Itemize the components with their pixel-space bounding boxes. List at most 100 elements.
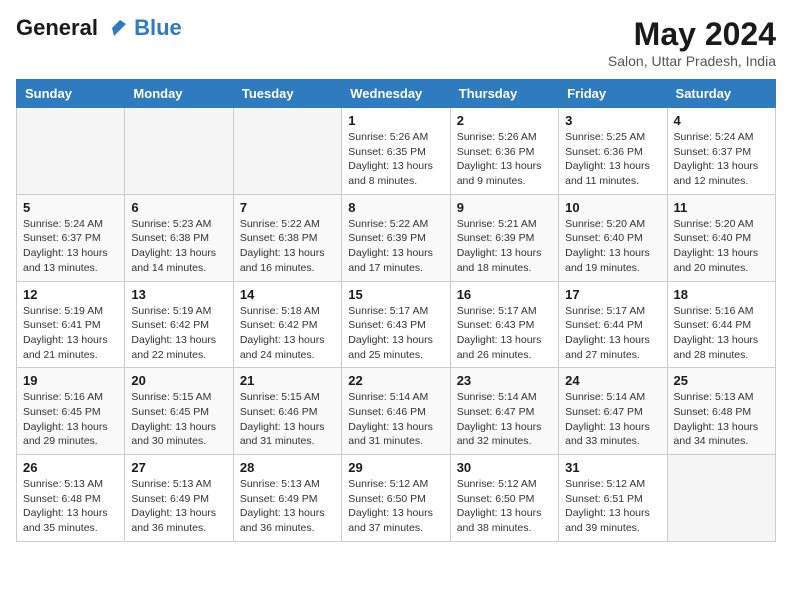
- day-info: Sunrise: 5:12 AM Sunset: 6:50 PM Dayligh…: [457, 477, 552, 536]
- calendar-cell: 15 Sunrise: 5:17 AM Sunset: 6:43 PM Dayli…: [342, 281, 450, 368]
- calendar-cell: 3 Sunrise: 5:25 AM Sunset: 6:36 PM Daylig…: [559, 108, 667, 195]
- calendar-cell: 30 Sunrise: 5:12 AM Sunset: 6:50 PM Dayli…: [450, 455, 558, 542]
- day-number: 10: [565, 200, 660, 215]
- day-header-sunday: Sunday: [17, 80, 125, 108]
- day-number: 17: [565, 287, 660, 302]
- calendar-cell: 8Sunrise: 5:22 AM Sunset: 6:39 PM Daylig…: [342, 194, 450, 281]
- day-info: Sunrise: 5:23 AM Sunset: 6:38 PM Dayligh…: [131, 217, 226, 276]
- calendar-cell: 2 Sunrise: 5:26 AM Sunset: 6:36 PM Daylig…: [450, 108, 558, 195]
- day-info: Sunrise: 5:19 AM Sunset: 6:42 PM Dayligh…: [131, 304, 226, 363]
- day-info: Sunrise: 5:14 AM Sunset: 6:47 PM Dayligh…: [565, 390, 660, 449]
- day-info: Sunrise: 5:20 AM Sunset: 6:40 PM Dayligh…: [565, 217, 660, 276]
- calendar-cell: [17, 108, 125, 195]
- day-number: 12: [23, 287, 118, 302]
- day-number: 13: [131, 287, 226, 302]
- day-number: 3: [565, 113, 660, 128]
- day-number: 16: [457, 287, 552, 302]
- day-number: 2: [457, 113, 552, 128]
- calendar-cell: 6 Sunrise: 5:23 AM Sunset: 6:38 PM Daylig…: [125, 194, 233, 281]
- day-number: 28: [240, 460, 335, 475]
- day-info: Sunrise: 5:20 AM Sunset: 6:40 PM Dayligh…: [674, 217, 769, 276]
- calendar-cell: [233, 108, 341, 195]
- day-info: Sunrise: 5:13 AM Sunset: 6:48 PM Dayligh…: [674, 390, 769, 449]
- calendar-cell: 19 Sunrise: 5:16 AM Sunset: 6:45 PM Dayli…: [17, 368, 125, 455]
- calendar-header-row: SundayMondayTuesdayWednesdayThursdayFrid…: [17, 80, 776, 108]
- calendar-cell: [125, 108, 233, 195]
- day-number: 24: [565, 373, 660, 388]
- day-info: Sunrise: 5:24 AM Sunset: 6:37 PM Dayligh…: [23, 217, 118, 276]
- calendar-cell: [667, 455, 775, 542]
- calendar-cell: 7Sunrise: 5:22 AM Sunset: 6:38 PM Daylig…: [233, 194, 341, 281]
- day-number: 23: [457, 373, 552, 388]
- day-number: 6: [131, 200, 226, 215]
- day-info: Sunrise: 5:22 AM Sunset: 6:38 PM Dayligh…: [240, 217, 335, 276]
- calendar-cell: 17Sunrise: 5:17 AM Sunset: 6:44 PM Dayli…: [559, 281, 667, 368]
- day-number: 15: [348, 287, 443, 302]
- calendar-cell: 11 Sunrise: 5:20 AM Sunset: 6:40 PM Dayli…: [667, 194, 775, 281]
- calendar-cell: 13 Sunrise: 5:19 AM Sunset: 6:42 PM Dayli…: [125, 281, 233, 368]
- day-info: Sunrise: 5:17 AM Sunset: 6:43 PM Dayligh…: [457, 304, 552, 363]
- calendar-cell: 10 Sunrise: 5:20 AM Sunset: 6:40 PM Dayli…: [559, 194, 667, 281]
- logo-bird-icon: [106, 18, 132, 40]
- calendar-cell: 23Sunrise: 5:14 AM Sunset: 6:47 PM Dayli…: [450, 368, 558, 455]
- day-number: 4: [674, 113, 769, 128]
- day-info: Sunrise: 5:19 AM Sunset: 6:41 PM Dayligh…: [23, 304, 118, 363]
- day-info: Sunrise: 5:14 AM Sunset: 6:46 PM Dayligh…: [348, 390, 443, 449]
- calendar-cell: 5 Sunrise: 5:24 AM Sunset: 6:37 PM Daylig…: [17, 194, 125, 281]
- day-info: Sunrise: 5:26 AM Sunset: 6:35 PM Dayligh…: [348, 130, 443, 189]
- calendar-cell: 14 Sunrise: 5:18 AM Sunset: 6:42 PM Dayli…: [233, 281, 341, 368]
- day-number: 27: [131, 460, 226, 475]
- day-info: Sunrise: 5:26 AM Sunset: 6:36 PM Dayligh…: [457, 130, 552, 189]
- calendar-cell: 28 Sunrise: 5:13 AM Sunset: 6:49 PM Dayli…: [233, 455, 341, 542]
- day-number: 26: [23, 460, 118, 475]
- calendar-cell: 18 Sunrise: 5:16 AM Sunset: 6:44 PM Dayli…: [667, 281, 775, 368]
- day-info: Sunrise: 5:25 AM Sunset: 6:36 PM Dayligh…: [565, 130, 660, 189]
- day-number: 22: [348, 373, 443, 388]
- day-header-monday: Monday: [125, 80, 233, 108]
- calendar-cell: 24 Sunrise: 5:14 AM Sunset: 6:47 PM Dayli…: [559, 368, 667, 455]
- day-info: Sunrise: 5:17 AM Sunset: 6:43 PM Dayligh…: [348, 304, 443, 363]
- day-number: 14: [240, 287, 335, 302]
- day-info: Sunrise: 5:16 AM Sunset: 6:44 PM Dayligh…: [674, 304, 769, 363]
- calendar-cell: 1Sunrise: 5:26 AM Sunset: 6:35 PM Daylig…: [342, 108, 450, 195]
- location: Salon, Uttar Pradesh, India: [608, 53, 776, 69]
- day-info: Sunrise: 5:21 AM Sunset: 6:39 PM Dayligh…: [457, 217, 552, 276]
- day-header-tuesday: Tuesday: [233, 80, 341, 108]
- day-info: Sunrise: 5:13 AM Sunset: 6:49 PM Dayligh…: [240, 477, 335, 536]
- calendar-week-4: 26 Sunrise: 5:13 AM Sunset: 6:48 PM Dayli…: [17, 455, 776, 542]
- calendar-week-0: 1Sunrise: 5:26 AM Sunset: 6:35 PM Daylig…: [17, 108, 776, 195]
- calendar-cell: 26 Sunrise: 5:13 AM Sunset: 6:48 PM Dayli…: [17, 455, 125, 542]
- day-number: 21: [240, 373, 335, 388]
- calendar-cell: 12 Sunrise: 5:19 AM Sunset: 6:41 PM Dayli…: [17, 281, 125, 368]
- day-number: 31: [565, 460, 660, 475]
- day-info: Sunrise: 5:12 AM Sunset: 6:51 PM Dayligh…: [565, 477, 660, 536]
- day-number: 20: [131, 373, 226, 388]
- day-header-saturday: Saturday: [667, 80, 775, 108]
- day-info: Sunrise: 5:13 AM Sunset: 6:48 PM Dayligh…: [23, 477, 118, 536]
- calendar-cell: 29 Sunrise: 5:12 AM Sunset: 6:50 PM Dayli…: [342, 455, 450, 542]
- day-info: Sunrise: 5:18 AM Sunset: 6:42 PM Dayligh…: [240, 304, 335, 363]
- month-title: May 2024: [608, 16, 776, 53]
- day-info: Sunrise: 5:12 AM Sunset: 6:50 PM Dayligh…: [348, 477, 443, 536]
- day-number: 18: [674, 287, 769, 302]
- day-number: 9: [457, 200, 552, 215]
- day-number: 11: [674, 200, 769, 215]
- calendar-cell: 31 Sunrise: 5:12 AM Sunset: 6:51 PM Dayli…: [559, 455, 667, 542]
- calendar-cell: 21 Sunrise: 5:15 AM Sunset: 6:46 PM Dayli…: [233, 368, 341, 455]
- day-number: 30: [457, 460, 552, 475]
- day-number: 25: [674, 373, 769, 388]
- day-info: Sunrise: 5:15 AM Sunset: 6:46 PM Dayligh…: [240, 390, 335, 449]
- calendar-week-3: 19 Sunrise: 5:16 AM Sunset: 6:45 PM Dayli…: [17, 368, 776, 455]
- calendar-cell: 4Sunrise: 5:24 AM Sunset: 6:37 PM Daylig…: [667, 108, 775, 195]
- calendar-week-1: 5 Sunrise: 5:24 AM Sunset: 6:37 PM Daylig…: [17, 194, 776, 281]
- page-header: General Blue May 2024 Salon, Uttar Prade…: [16, 16, 776, 69]
- logo-text-general: General: [16, 15, 98, 40]
- calendar-cell: 27Sunrise: 5:13 AM Sunset: 6:49 PM Dayli…: [125, 455, 233, 542]
- day-number: 29: [348, 460, 443, 475]
- day-number: 8: [348, 200, 443, 215]
- day-number: 19: [23, 373, 118, 388]
- day-info: Sunrise: 5:16 AM Sunset: 6:45 PM Dayligh…: [23, 390, 118, 449]
- day-number: 5: [23, 200, 118, 215]
- day-header-thursday: Thursday: [450, 80, 558, 108]
- day-header-friday: Friday: [559, 80, 667, 108]
